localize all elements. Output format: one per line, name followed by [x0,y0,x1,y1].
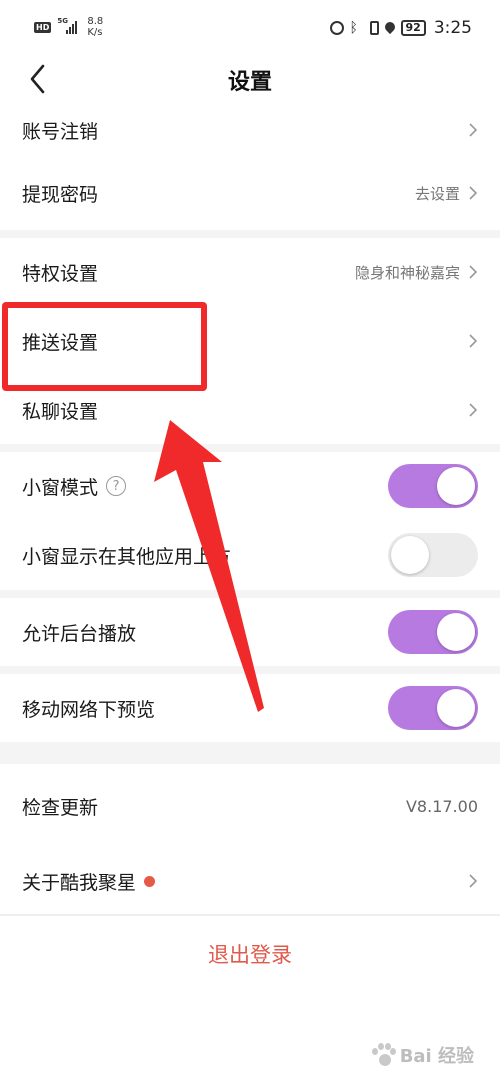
row-label: 检查更新 [22,796,99,819]
logout-button[interactable]: 退出登录 [0,916,500,992]
baidu-paw-icon [370,1042,396,1068]
alarm-icon [329,21,344,35]
chevron-right-icon [469,265,478,279]
row-value: 隐身和神秘嘉宾 [354,263,460,282]
row-privilege[interactable]: 特权设置 隐身和神秘嘉宾 [0,238,500,306]
row-mobile-preview: 移动网络下预览 [0,674,500,742]
row-background-play: 允许后台播放 [0,598,500,666]
bluetooth-icon: ᛒ [349,20,358,36]
row-small-window-overlay: 小窗显示在其他应用上方 [0,520,500,590]
signal-icon: 5G [57,18,81,36]
row-label: 移动网络下预览 [22,698,156,721]
location-icon [382,19,397,35]
section-divider [0,742,500,764]
row-push-settings[interactable]: 推送设置 [0,306,500,376]
row-private-chat[interactable]: 私聊设置 [0,376,500,444]
row-withdraw-password[interactable]: 提现密码 去设置 [0,156,500,230]
notification-dot [144,875,156,887]
mobile-preview-toggle[interactable] [388,686,478,730]
toggle-knob [437,467,475,505]
chevron-right-icon [469,123,478,137]
row-label: 小窗显示在其他应用上方 [22,545,232,568]
row-small-window: 小窗模式 ? [0,452,500,520]
chevron-right-icon [469,403,478,417]
row-about[interactable]: 关于酷我聚星 [0,848,500,914]
vibrate-icon [369,21,379,35]
watermark: Bai 经验 [370,1042,474,1068]
row-label: 允许后台播放 [22,622,137,645]
section-divider [0,590,500,598]
version-number: V8.17.00 [405,796,478,816]
chevron-right-icon [469,874,478,888]
network-speed: 8.8 K/s [87,16,103,38]
background-play-toggle[interactable] [388,610,478,654]
header: 设置 [0,58,500,104]
small-window-toggle[interactable] [388,464,478,508]
status-bar: HD 5G 8.8 K/s ᛒ 92 3:25 [0,0,500,58]
toggle-knob [437,689,475,727]
status-left: HD 5G 8.8 K/s [34,16,103,38]
battery-indicator: 92 [400,20,426,36]
row-label: 特权设置 [22,262,99,285]
help-icon[interactable]: ? [106,476,127,496]
hd-badge: HD [34,21,52,33]
row-account-cancel[interactable]: 账号注销 [0,104,500,156]
page-title: 设置 [227,70,272,95]
toggle-knob [391,536,429,574]
chevron-right-icon [469,334,478,348]
row-value: 去设置 [414,184,460,203]
overlay-toggle[interactable] [388,533,478,577]
section-divider [0,444,500,452]
status-right: ᛒ 92 3:25 [329,18,472,38]
clock: 3:25 [433,18,472,38]
watermark-text: Bai 经验 [399,1046,474,1067]
speed-unit: K/s [87,27,103,38]
row-label: 小窗模式 [22,476,99,499]
chevron-right-icon [469,186,478,200]
row-label: 账号注销 [22,120,99,143]
row-label: 私聊设置 [22,400,99,423]
speed-value: 8.8 [87,16,104,27]
row-check-update[interactable]: 检查更新 V8.17.00 [0,764,500,848]
row-label: 提现密码 [22,183,99,206]
toggle-knob [437,613,475,651]
section-divider [0,230,500,238]
row-label: 推送设置 [22,331,99,354]
section-divider [0,666,500,674]
row-label: 关于酷我聚星 [22,871,137,894]
